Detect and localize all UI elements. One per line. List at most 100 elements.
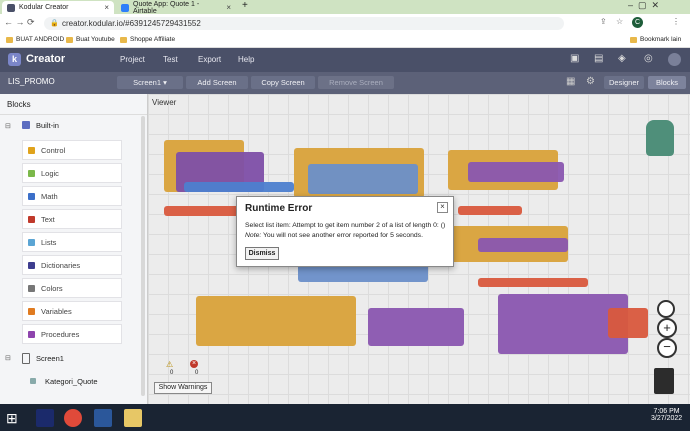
gear-icon[interactable]: ⚙: [586, 76, 595, 87]
code-block[interactable]: [184, 182, 294, 192]
close-tab-icon[interactable]: ×: [226, 3, 231, 12]
blocks-button[interactable]: Blocks: [648, 76, 686, 89]
menu-dots-icon[interactable]: ⋮: [672, 17, 680, 26]
screen-select[interactable]: Screen1 ▾: [117, 76, 183, 89]
blocks-sidebar: Blocks ⊟ Built-in Control Logic Math Text Li…: [0, 94, 148, 404]
profile-avatar[interactable]: C: [632, 17, 643, 28]
bookmark-buat-youtube[interactable]: Buat Youtube: [66, 36, 115, 43]
category-color-icon: [28, 330, 35, 338]
category-item[interactable]: Logic: [22, 163, 122, 183]
kodular-logo-icon[interactable]: k: [8, 53, 21, 66]
file-explorer-icon[interactable]: [124, 409, 142, 427]
category-item[interactable]: Math: [22, 186, 122, 206]
window-controls[interactable]: – ▢ ✕: [628, 0, 659, 11]
category-label: Logic: [41, 168, 59, 178]
code-block[interactable]: [478, 238, 568, 252]
code-block[interactable]: [164, 206, 244, 216]
bookmark-shoppe[interactable]: Shoppe Affiliate: [120, 36, 175, 43]
chrome-icon[interactable]: [64, 409, 82, 427]
clock[interactable]: 7:06 PM 3/27/2022: [651, 408, 682, 422]
category-item[interactable]: Text: [22, 209, 122, 229]
user-avatar[interactable]: [668, 53, 681, 66]
category-color-icon: [28, 307, 35, 315]
star-icon[interactable]: ☆: [616, 17, 623, 26]
code-block[interactable]: [468, 162, 564, 182]
category-item[interactable]: Variables: [22, 301, 122, 321]
tab-title: Kodular Creator: [19, 4, 69, 11]
dismiss-button[interactable]: Dismiss: [245, 247, 279, 260]
community-icon[interactable]: ◎: [644, 53, 653, 64]
menu-test[interactable]: Test: [163, 55, 178, 64]
error-message: Select list item: Attempt to get item nu…: [245, 222, 446, 229]
menu-project[interactable]: Project: [120, 55, 145, 64]
windows-start-icon[interactable]: ⊞: [6, 410, 18, 427]
collapse-icon[interactable]: ⊟: [5, 122, 11, 130]
collapse-icon[interactable]: ⊟: [5, 354, 11, 362]
warning-icon: ⚠: [166, 360, 174, 369]
notification-icon[interactable]: ◈: [618, 53, 626, 64]
code-block[interactable]: [608, 308, 648, 338]
project-toolbar: LIS_PROMO Screen1 ▾ Add Screen Copy Scre…: [0, 72, 690, 94]
category-label: Dictionaries: [41, 260, 81, 270]
nav-buttons[interactable]: ← → ⟳: [4, 17, 35, 28]
category-color-icon: [28, 284, 35, 292]
bookmark-buat-android[interactable]: BUAT ANDROID: [6, 36, 64, 43]
screen-tree-child[interactable]: Kategori_Quote: [45, 377, 98, 386]
code-block[interactable]: [478, 278, 588, 287]
category-label: Procedures: [41, 329, 80, 339]
category-label: Control: [41, 145, 66, 155]
category-item[interactable]: Lists: [22, 232, 122, 252]
zoom-out-icon[interactable]: −: [657, 338, 677, 358]
photoshop-icon[interactable]: [36, 409, 54, 427]
new-tab-button[interactable]: +: [242, 0, 248, 11]
code-block[interactable]: [308, 164, 418, 194]
category-item[interactable]: Colors: [22, 278, 122, 298]
tab-kodular[interactable]: Kodular Creator ×: [2, 1, 114, 14]
category-label: Colors: [41, 283, 63, 293]
error-count: 0: [195, 370, 199, 376]
add-screen-button[interactable]: Add Screen: [186, 76, 248, 89]
code-block[interactable]: [196, 296, 356, 346]
bookmark-other[interactable]: Bookmark lain: [630, 36, 681, 43]
lock-icon: 🔒: [50, 20, 59, 27]
menu-help[interactable]: Help: [238, 55, 254, 64]
tab-airtable[interactable]: Quote App: Quote 1 - Airtable ×: [116, 1, 236, 15]
designer-button[interactable]: Designer: [604, 76, 644, 89]
sidebar-scrollbar[interactable]: [141, 116, 145, 396]
note-label: Note:: [245, 232, 262, 239]
category-item[interactable]: Procedures: [22, 324, 122, 344]
builtin-label[interactable]: Built-in: [36, 121, 59, 130]
builtin-icon: [22, 121, 30, 129]
remove-screen-button[interactable]: Remove Screen: [318, 76, 394, 89]
word-icon[interactable]: [94, 409, 112, 427]
code-block[interactable]: [458, 206, 522, 215]
note-text: You will not see another error reported …: [263, 232, 423, 239]
code-block[interactable]: [368, 308, 464, 346]
folder-icon: [630, 36, 637, 43]
screen-tree-root[interactable]: Screen1: [36, 354, 64, 363]
project-name: LIS_PROMO: [8, 77, 55, 86]
folder-icon[interactable]: ▣: [570, 53, 579, 64]
error-icon: ×: [190, 360, 198, 368]
show-warnings-button[interactable]: Show Warnings: [154, 382, 212, 394]
category-item[interactable]: Control: [22, 140, 122, 160]
center-icon[interactable]: [657, 300, 675, 318]
backpack-icon[interactable]: [646, 120, 674, 156]
bookmark-label: Shoppe Affiliate: [130, 36, 176, 43]
copy-screen-button[interactable]: Copy Screen: [251, 76, 315, 89]
share-icon[interactable]: ⇪: [600, 17, 607, 26]
close-tab-icon[interactable]: ×: [104, 3, 109, 12]
trash-icon[interactable]: [654, 368, 674, 394]
clock-time: 7:06 PM: [653, 408, 680, 415]
close-icon[interactable]: ×: [437, 202, 448, 213]
category-item[interactable]: Dictionaries: [22, 255, 122, 275]
zoom-in-icon[interactable]: +: [657, 318, 677, 338]
airtable-favicon-icon: [121, 3, 129, 12]
menu-export[interactable]: Export: [198, 55, 221, 64]
gallery-icon[interactable]: ▤: [594, 53, 603, 64]
component-icon: [30, 378, 36, 384]
category-color-icon: [28, 192, 35, 200]
url-input[interactable]: 🔒 creator.kodular.io/#6391245729431552: [44, 17, 564, 30]
screenshot-icon[interactable]: ▦: [566, 76, 575, 87]
category-label: Lists: [41, 237, 57, 247]
